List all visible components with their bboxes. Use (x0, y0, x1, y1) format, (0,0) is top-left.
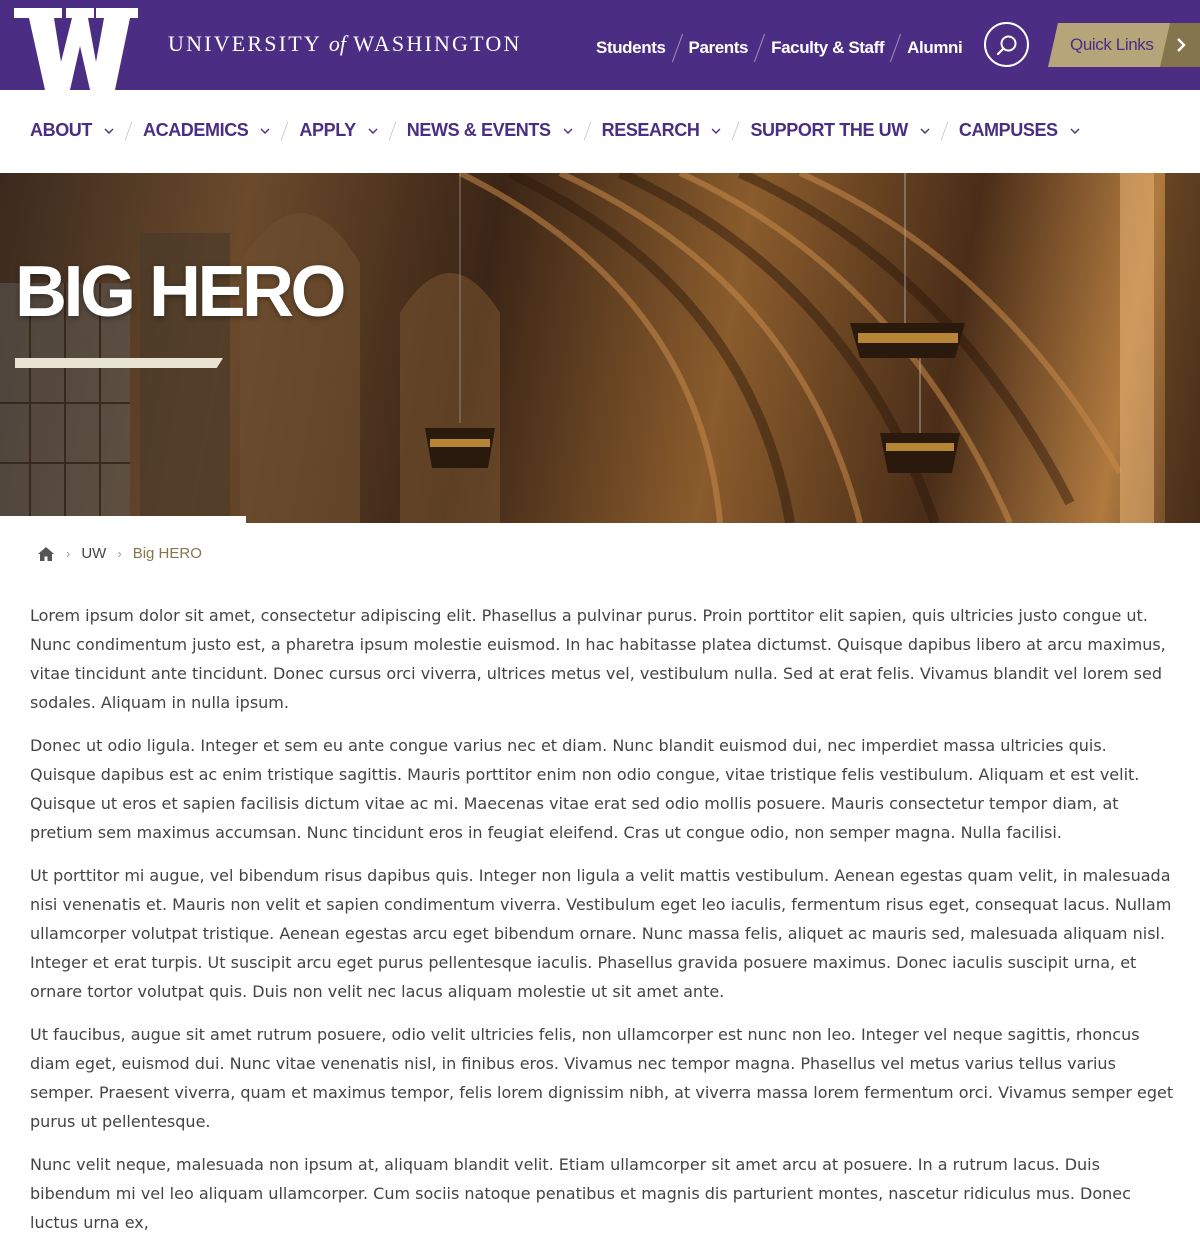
audience-link-alumni[interactable]: Alumni (907, 38, 963, 58)
home-icon (38, 546, 54, 561)
nav-item-about[interactable]: ABOUT (30, 120, 114, 141)
search-button[interactable] (984, 22, 1029, 67)
uw-w-logo (14, 8, 138, 90)
nav-separator (388, 120, 397, 141)
search-icon (996, 35, 1017, 56)
nav-label-about: ABOUT (30, 120, 92, 140)
breadcrumb-separator: › (117, 546, 122, 561)
chevron-right-icon (1177, 38, 1186, 52)
audience-link-students[interactable]: Students (596, 38, 666, 58)
content-paragraph: Nunc velit neque, malesuada non ipsum at… (30, 1155, 1131, 1232)
hero-title: BIG HERO (15, 252, 347, 332)
breadcrumb-separator: › (66, 546, 71, 561)
audience-separator (754, 33, 766, 63)
hero-banner: BIG HERO (0, 173, 1200, 523)
wordmark-part-1: UNIVERSITY (168, 31, 329, 56)
content-paragraph: Lorem ipsum dolor sit amet, consectetur … (30, 606, 1166, 712)
quick-links-label: Quick Links (1070, 35, 1154, 54)
audience-link-parents[interactable]: Parents (689, 38, 749, 58)
nav-item-news-events[interactable]: NEWS & EVENTS (407, 120, 573, 141)
nav-item-campuses[interactable]: CAMPUSES (959, 120, 1080, 141)
nav-item-support-the-uw[interactable]: SUPPORT THE UW (750, 120, 930, 141)
breadcrumb-link-uw[interactable]: UW (81, 545, 106, 562)
chevron-down-icon (104, 128, 114, 134)
nav-label-research: RESEARCH (601, 120, 700, 140)
nav-separator (281, 120, 289, 141)
audience-separator (890, 33, 902, 63)
hero-bottom-tab (0, 516, 246, 523)
nav-separator (583, 120, 591, 141)
nav-separator (124, 120, 133, 141)
quick-links-button[interactable]: Quick Links (1048, 23, 1200, 67)
nav-item-academics[interactable]: ACADEMICS (143, 120, 270, 141)
nav-label-news-events: NEWS & EVENTS (406, 120, 551, 140)
nav-separator (732, 120, 740, 141)
chevron-down-icon (1070, 128, 1080, 134)
breadcrumb-home-link[interactable] (37, 546, 55, 562)
nav-label-apply: APPLY (299, 120, 356, 140)
main-navigation: ABOUT ACADEMICS APPLY NEWS & EVENTS RESE… (0, 90, 1200, 173)
main-nav-list: ABOUT ACADEMICS APPLY NEWS & EVENTS RESE… (30, 120, 1080, 141)
nav-separator (940, 120, 949, 141)
content-paragraph: Ut porttitor mi augue, vel bibendum risu… (30, 866, 1172, 1001)
audience-separator (671, 33, 683, 63)
main-content: Lorem ipsum dolor sit amet, consectetur … (30, 601, 1175, 1251)
nav-label-academics: ACADEMICS (143, 120, 249, 140)
nav-label-campuses: CAMPUSES (958, 120, 1058, 140)
breadcrumb-current-page: Big HERO (132, 545, 202, 562)
hero-background-image (0, 173, 1200, 523)
chevron-down-icon (368, 128, 378, 134)
wordmark-of: of (328, 31, 346, 56)
university-wordmark[interactable]: UNIVERSITY of WASHINGTON (168, 31, 522, 57)
hero-title-underline (15, 358, 223, 368)
nav-item-research[interactable]: RESEARCH (602, 120, 722, 141)
chevron-down-icon (920, 128, 930, 134)
nav-label-support-the-uw: SUPPORT THE UW (750, 120, 908, 140)
breadcrumb: › UW › Big HERO (37, 545, 202, 562)
audience-link-faculty-staff[interactable]: Faculty & Staff (771, 38, 884, 58)
content-paragraph: Donec ut odio ligula. Integer et sem eu … (30, 736, 1140, 842)
chevron-down-icon (563, 128, 573, 134)
chevron-down-icon (711, 128, 721, 134)
nav-item-apply[interactable]: APPLY (299, 120, 378, 141)
content-paragraph: Ut faucibus, augue sit amet rutrum posue… (30, 1025, 1174, 1131)
chevron-down-icon (260, 128, 270, 134)
audience-nav: Students Parents Faculty & Staff Alumni (596, 33, 963, 63)
wordmark-part-3: WASHINGTON (346, 31, 522, 56)
top-header-bar: UNIVERSITY of WASHINGTON Students Parent… (0, 0, 1200, 90)
